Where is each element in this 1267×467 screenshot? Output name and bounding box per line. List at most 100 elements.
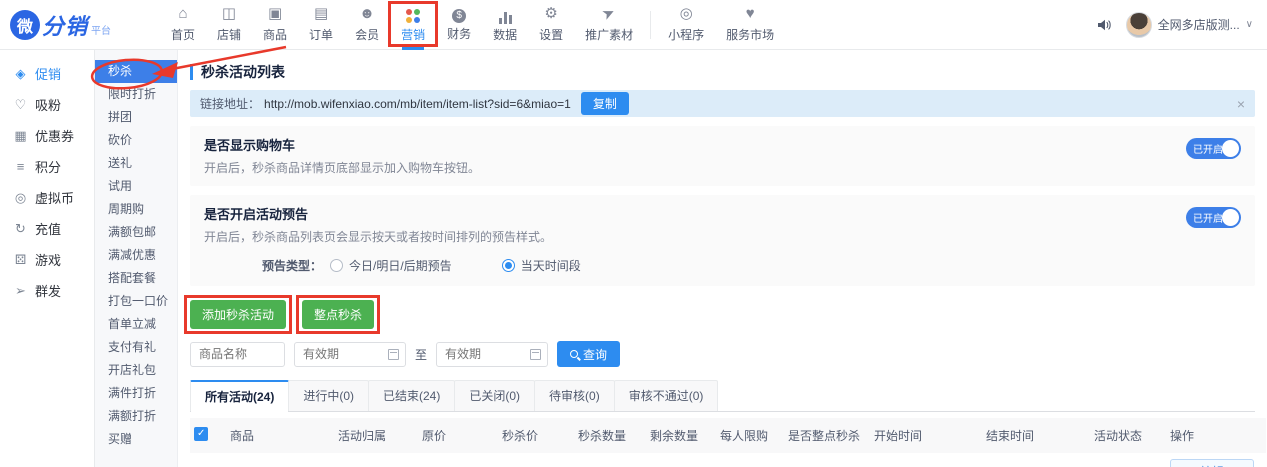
submenu-item-bargain[interactable]: 砍价 — [95, 129, 177, 152]
submenu-item-amount-discount[interactable]: 满额打折 — [95, 405, 177, 428]
page: 微 分销 平台 ⌂ 首页 ◫ 店铺 ▣ 商品 ▤ 订单 ☻ 会员 — [0, 0, 1267, 467]
cell-seckill-price: 50.00 — [498, 453, 574, 467]
nav-goods[interactable]: ▣ 商品 — [252, 0, 298, 50]
logo-icon: 微 — [10, 10, 40, 40]
date-start-wrap — [294, 342, 406, 367]
to-label: 至 — [415, 346, 427, 363]
copy-link-button[interactable]: 复制 — [581, 92, 629, 115]
sidebar-item-recharge[interactable]: ↻ 充值 — [0, 213, 94, 244]
recharge-icon: ↻ — [13, 221, 28, 237]
volume-icon[interactable] — [1096, 17, 1112, 33]
edit-button[interactable]: 编辑 — [1170, 459, 1254, 467]
nav-divider — [650, 11, 651, 39]
tab-all[interactable]: 所有活动(24) — [190, 380, 289, 411]
home-icon: ⌂ — [178, 6, 187, 24]
sidebar-item-broadcast[interactable]: ➢ 群发 — [0, 275, 94, 306]
calendar-icon[interactable] — [388, 349, 399, 360]
tab-ended[interactable]: 已结束(24) — [368, 380, 455, 411]
submenu-item-buy-gift[interactable]: 买赠 — [95, 428, 177, 451]
action-row: 添加秒杀活动 整点秒杀 — [190, 300, 1255, 329]
submenu-item-combo[interactable]: 搭配套餐 — [95, 267, 177, 290]
gear-icon: ⚙ — [544, 6, 557, 24]
product-name-input[interactable] — [190, 342, 285, 367]
search-icon — [570, 350, 578, 358]
preview-toggle[interactable]: 已开启 — [1186, 207, 1241, 228]
game-icon: ⚄ — [13, 252, 28, 268]
submenu-item-full-reduction[interactable]: 满减优惠 — [95, 244, 177, 267]
radio-option-days[interactable]: 今日/明日/后期预告 — [330, 257, 452, 274]
submenu-item-group-buy[interactable]: 拼团 — [95, 106, 177, 129]
submenu-item-first-order[interactable]: 首单立减 — [95, 313, 177, 336]
date-end-wrap — [436, 342, 548, 367]
setting-card-preview: 是否开启活动预告 开启后，秒杀商品列表页会显示按天或者按时间排列的预告样式。 已… — [190, 195, 1255, 286]
submenu-item-bundle-price[interactable]: 打包一口价 — [95, 290, 177, 313]
nav-settings[interactable]: ⚙ 设置 — [528, 0, 574, 50]
data-icon — [499, 10, 512, 24]
setting-card-cart: 是否显示购物车 开启后，秒杀商品详情页底部显示加入购物车按钮。 已开启 — [190, 126, 1255, 186]
activity-table: 商品 活动归属 原价 秒杀价 秒杀数量 剩余数量 每人限购 是否整点秒杀 开始时… — [190, 418, 1266, 467]
setting-title: 是否开启活动预告 — [204, 204, 1241, 223]
submenu-item-pay-gift[interactable]: 支付有礼 — [95, 336, 177, 359]
sidebar-item-promotion[interactable]: ◈ 促销 — [0, 58, 94, 89]
hourly-seckill-button[interactable]: 整点秒杀 — [302, 300, 374, 329]
setting-desc: 开启后，秒杀商品详情页底部显示加入购物车按钮。 — [204, 159, 1241, 176]
cell-seckill-qty: 7 — [574, 453, 646, 467]
tab-pending[interactable]: 待审核(0) — [534, 380, 615, 411]
search-row: 至 查询 — [190, 341, 1255, 367]
calendar-icon[interactable] — [530, 349, 541, 360]
topbar: 微 分销 平台 ⌂ 首页 ◫ 店铺 ▣ 商品 ▤ 订单 ☻ 会员 — [0, 0, 1267, 50]
sidebar-item-games[interactable]: ⚄ 游戏 — [0, 244, 94, 275]
cell-remaining-qty: 6 — [646, 453, 716, 467]
close-icon[interactable]: × — [1237, 96, 1245, 112]
nav-promo-material[interactable]: ➤ 推广素材 — [574, 0, 644, 50]
link-banner: 链接地址： http://mob.wifenxiao.com/mb/item/i… — [190, 90, 1255, 117]
marketing-icon — [406, 9, 421, 24]
submenu-item-trial[interactable]: 试用 — [95, 175, 177, 198]
add-seckill-button[interactable]: 添加秒杀活动 — [190, 300, 286, 329]
miniprogram-icon: ◎ — [680, 6, 693, 24]
toggle-knob — [1222, 209, 1239, 226]
nav-data[interactable]: 数据 — [482, 0, 528, 50]
sidebar-item-points[interactable]: ≡ 积分 — [0, 151, 94, 182]
account-menu[interactable]: 全网多店版测... ∨ — [1126, 12, 1253, 38]
search-button[interactable]: 查询 — [557, 341, 620, 367]
submenu-item-gift[interactable]: 送礼 — [95, 152, 177, 175]
finance-icon: $ — [452, 9, 466, 23]
sidebar-item-fans[interactable]: ♡ 吸粉 — [0, 89, 94, 120]
tab-closed[interactable]: 已关闭(0) — [454, 380, 535, 411]
radio-option-time-period[interactable]: 当天时间段 — [502, 257, 581, 274]
nav-finance[interactable]: $ 财务 — [436, 0, 482, 50]
sidebar-item-virtual-coin[interactable]: ◎ 虚拟币 — [0, 182, 94, 213]
status-tabs: 所有活动(24) 进行中(0) 已结束(24) 已关闭(0) 待审核(0) 审核… — [190, 380, 1255, 412]
select-all-checkbox[interactable] — [194, 427, 208, 441]
submenu-item-subscription[interactable]: 周期购 — [95, 198, 177, 221]
tab-rejected[interactable]: 审核不通过(0) — [614, 380, 719, 411]
members-icon: ☻ — [359, 6, 375, 24]
cart-toggle[interactable]: 已开启 — [1186, 138, 1241, 159]
main-content: 秒杀活动列表 链接地址： http://mob.wifenxiao.com/mb… — [178, 50, 1267, 467]
submenu-item-shop-gift[interactable]: 开店礼包 — [95, 359, 177, 382]
cell-original-price: 73710.00 — [418, 453, 498, 467]
nav-miniprogram[interactable]: ◎ 小程序 — [657, 0, 715, 50]
radio-group-label: 预告类型： — [262, 257, 322, 274]
tab-running[interactable]: 进行中(0) — [288, 380, 369, 411]
top-nav: ⌂ 首页 ◫ 店铺 ▣ 商品 ▤ 订单 ☻ 会员 — [160, 0, 785, 50]
submenu-item-limited-discount[interactable]: 限时打折 — [95, 83, 177, 106]
nav-orders[interactable]: ▤ 订单 — [298, 0, 344, 50]
nav-members[interactable]: ☻ 会员 — [344, 0, 390, 50]
submenu-item-qty-discount[interactable]: 满件打折 — [95, 382, 177, 405]
submenu-item-seckill[interactable]: 秒杀 — [95, 60, 177, 83]
submenu-item-free-shipping[interactable]: 满额包邮 — [95, 221, 177, 244]
cell-is-hourly: 否 — [784, 453, 870, 467]
sidebar-item-coupon[interactable]: ▦ 优惠券 — [0, 120, 94, 151]
avatar — [1126, 12, 1152, 38]
setting-desc: 开启后，秒杀商品列表页会显示按天或者按时间排列的预告样式。 — [204, 228, 1241, 245]
nav-service-market[interactable]: ♥ 服务市场 — [715, 0, 785, 50]
share-arrow-icon: ➤ — [600, 4, 619, 26]
nav-marketing[interactable]: 营销 — [390, 0, 436, 50]
nav-home[interactable]: ⌂ 首页 — [160, 0, 206, 50]
nav-shop[interactable]: ◫ 店铺 — [206, 0, 252, 50]
preview-type-group: 预告类型： 今日/明日/后期预告 当天时间段 — [262, 257, 1241, 274]
table-row: 县级合伙人 总部 73710.00 50.00 7 6 6 否 2020-12-… — [190, 453, 1266, 467]
logo-suffix: 平台 — [91, 22, 111, 37]
